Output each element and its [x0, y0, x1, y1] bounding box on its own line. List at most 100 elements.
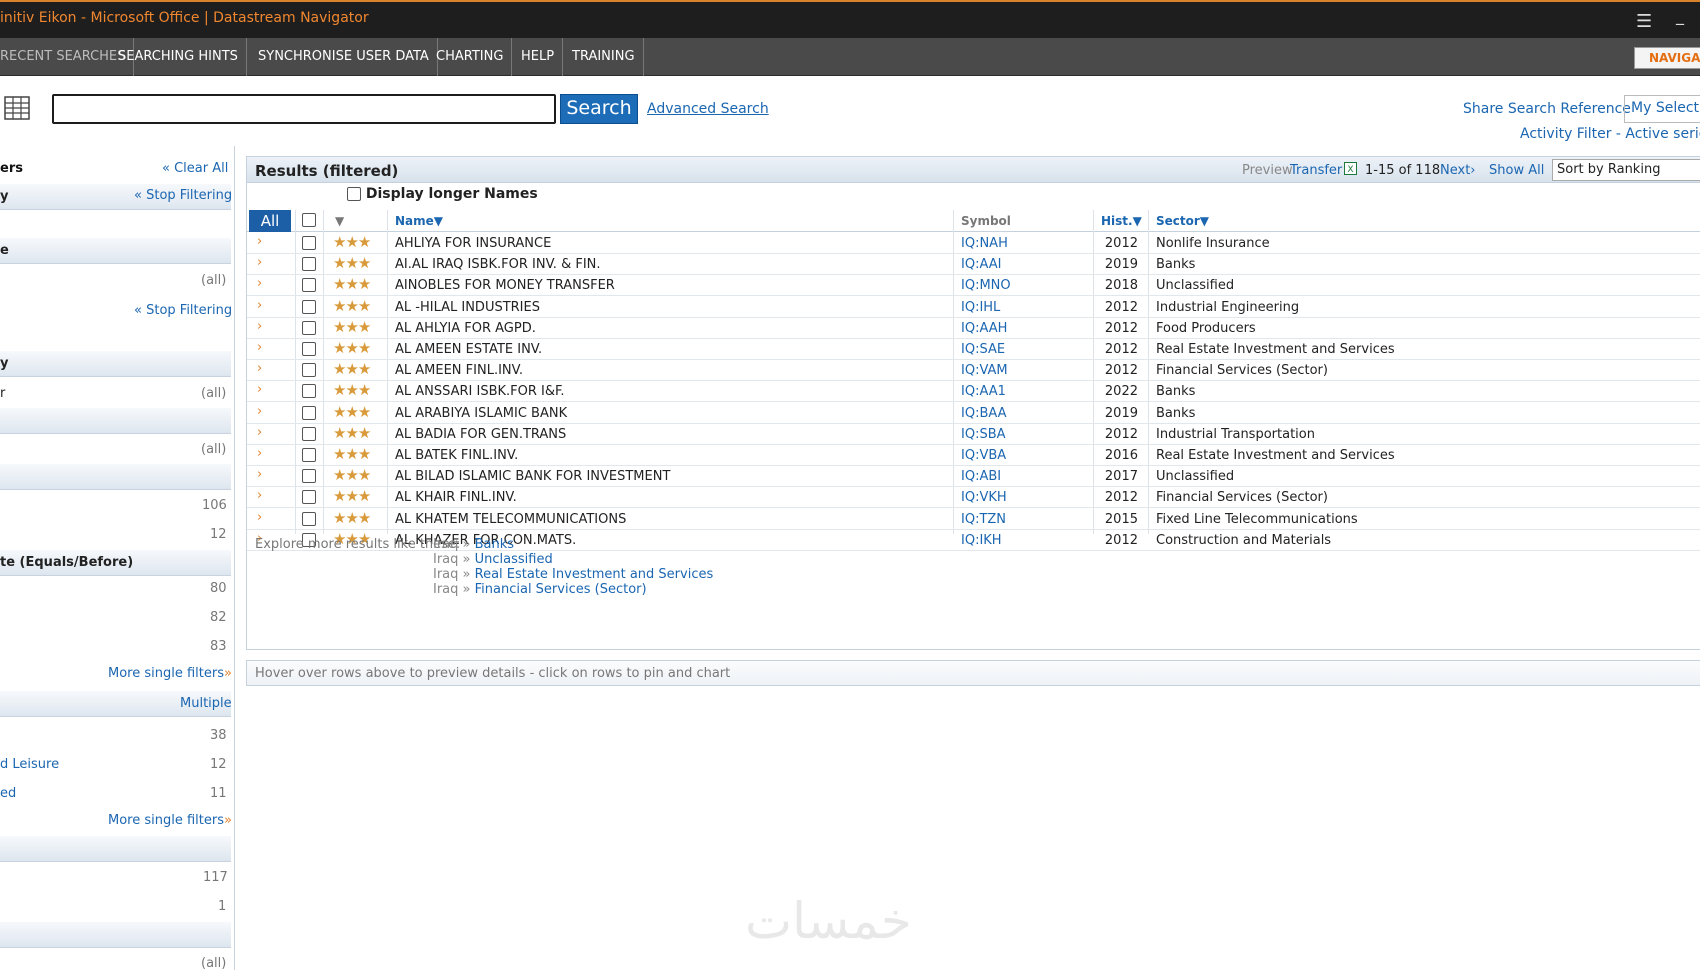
row-symbol[interactable]: IQ:AA1	[961, 384, 1006, 399]
display-longer-names[interactable]: Display longer Names	[347, 186, 538, 202]
search-input[interactable]	[52, 94, 556, 124]
column-name-header[interactable]: Name▼	[395, 214, 443, 228]
filter-count-83[interactable]: 83	[210, 639, 227, 654]
explore-link-real-estate[interactable]: Real Estate Investment and Services	[475, 567, 714, 582]
filter-count-106[interactable]: 106	[202, 498, 227, 513]
explore-link-financial-services[interactable]: Financial Services (Sector)	[475, 582, 647, 597]
longer-names-checkbox[interactable]	[347, 187, 361, 201]
search-button[interactable]: Search	[560, 94, 638, 124]
rank-sort-icon[interactable]: ▼	[335, 214, 344, 228]
column-sector-header[interactable]: Sector▼	[1156, 214, 1209, 228]
expand-row-icon[interactable]: ›	[257, 467, 262, 482]
share-search-reference-link[interactable]: Share Search Reference	[1463, 101, 1631, 117]
row-symbol[interactable]: IQ:MNO	[961, 278, 1011, 293]
filter-count-80[interactable]: 80	[210, 581, 227, 596]
row-checkbox[interactable]	[302, 469, 316, 484]
row-checkbox[interactable]	[302, 384, 316, 399]
table-row[interactable]: › ★★★ AL BATEK FINL.INV. IQ:VBA 2016 Real Est…	[247, 445, 1700, 466]
table-row[interactable]: › ★★★ AHLIYA FOR INSURANCE IQ:NAH 2012 Nonlif…	[247, 233, 1700, 254]
expand-row-icon[interactable]: ›	[257, 276, 262, 291]
next-link[interactable]: Next›	[1440, 163, 1476, 178]
activity-filter-link[interactable]: Activity Filter - Active series c	[1520, 126, 1700, 142]
row-symbol[interactable]: IQ:AAH	[961, 321, 1007, 336]
row-checkbox[interactable]	[302, 490, 316, 505]
expand-row-icon[interactable]: ›	[257, 319, 262, 334]
filter-r-label[interactable]: r	[0, 386, 5, 401]
show-all-link[interactable]: Show All	[1489, 163, 1544, 178]
table-row[interactable]: › ★★★ AL BILAD ISLAMIC BANK FOR INVESTMENT…	[247, 466, 1700, 488]
expand-row-icon[interactable]: ›	[257, 234, 262, 249]
row-symbol[interactable]: IQ:ABI	[961, 469, 1001, 484]
row-checkbox[interactable]	[302, 299, 316, 314]
row-checkbox[interactable]	[302, 405, 316, 420]
row-checkbox[interactable]	[302, 342, 316, 356]
expand-row-icon[interactable]: ›	[257, 255, 262, 270]
expand-row-icon[interactable]: ›	[257, 446, 262, 461]
row-checkbox[interactable]	[302, 257, 316, 272]
row-symbol[interactable]: IQ:SAE	[961, 342, 1005, 357]
filter-ed-link[interactable]: ed	[0, 786, 16, 801]
advanced-search-link[interactable]: Advanced Search	[647, 101, 769, 117]
expand-row-icon[interactable]: ›	[257, 425, 262, 440]
my-selection-button[interactable]: My Selectio	[1624, 95, 1700, 123]
menu-synchronise-user-data[interactable]: SYNCHRONISE USER DATA	[250, 38, 438, 76]
filter-all-count-4[interactable]: (all)	[201, 956, 226, 971]
row-symbol[interactable]: IQ:NAH	[961, 236, 1008, 251]
header-checkbox[interactable]	[302, 213, 316, 227]
row-symbol[interactable]: IQ:VAM	[961, 363, 1008, 378]
row-symbol[interactable]: IQ:BAA	[961, 406, 1007, 421]
expand-row-icon[interactable]: ›	[257, 404, 262, 419]
minimize-icon[interactable]: _	[1676, 6, 1684, 25]
table-row[interactable]: › ★★★ AL AMEEN ESTATE INV. IQ:SAE 2012 Real E…	[247, 339, 1700, 360]
expand-row-icon[interactable]: ›	[257, 510, 262, 525]
stop-filtering-link-2[interactable]: « Stop Filtering	[134, 303, 232, 318]
filter-count-12a[interactable]: 12	[210, 527, 227, 542]
table-row[interactable]: › ★★★ AL -HILAL INDUSTRIES IQ:IHL 2012 Indust…	[247, 297, 1700, 318]
clear-all-link[interactable]: « Clear All	[162, 161, 228, 176]
filter-count-1[interactable]: 1	[218, 899, 226, 914]
row-symbol[interactable]: IQ:VKH	[961, 490, 1007, 505]
row-checkbox[interactable]	[302, 511, 316, 526]
multiple-link[interactable]: Multiple	[180, 696, 232, 711]
expand-row-icon[interactable]: ›	[257, 298, 262, 313]
row-checkbox[interactable]	[302, 278, 316, 293]
explore-link-banks[interactable]: Banks	[475, 537, 514, 552]
excel-icon[interactable]: X	[1344, 162, 1357, 179]
row-symbol[interactable]: IQ:IKH	[961, 533, 1002, 548]
preview-label[interactable]: Preview	[1242, 163, 1293, 178]
row-symbol[interactable]: IQ:VBA	[961, 448, 1006, 463]
column-hist-header[interactable]: Hist.▼	[1101, 214, 1142, 228]
hamburger-menu-icon[interactable]: ☰	[1636, 11, 1652, 32]
table-row[interactable]: › ★★★ AL KHATEM TELECOMMUNICATIONS IQ:TZN 20…	[247, 509, 1700, 530]
filter-all-count-3[interactable]: (all)	[201, 442, 226, 457]
table-row[interactable]: › ★★★ AL AHLYIA FOR AGPD. IQ:AAH 2012 Food Pr…	[247, 318, 1700, 339]
expand-row-icon[interactable]: ›	[257, 488, 262, 503]
expand-row-icon[interactable]: ›	[257, 382, 262, 397]
grid-view-icon[interactable]	[4, 96, 30, 120]
table-row[interactable]: › ★★★ AL AMEEN FINL.INV. IQ:VAM 2012 Financia…	[247, 360, 1700, 382]
filter-count-117[interactable]: 117	[203, 870, 228, 885]
more-single-filters-link-2[interactable]: More single filters»	[108, 813, 232, 828]
row-checkbox[interactable]	[302, 363, 316, 378]
row-checkbox[interactable]	[302, 320, 316, 335]
filter-count-82[interactable]: 82	[210, 610, 227, 625]
filter-count-38[interactable]: 38	[210, 728, 227, 743]
more-single-filters-link-1[interactable]: More single filters»	[108, 666, 232, 681]
explore-link-unclassified[interactable]: Unclassified	[475, 552, 553, 567]
table-row[interactable]: › ★★★ AI.AL IRAQ ISBK.FOR INV. & FIN. IQ:AA…	[247, 254, 1700, 276]
filter-leisure-link[interactable]: d Leisure	[0, 757, 59, 772]
row-checkbox[interactable]	[302, 426, 316, 441]
row-checkbox[interactable]	[302, 236, 316, 250]
row-symbol[interactable]: IQ:TZN	[961, 512, 1006, 527]
select-all-button[interactable]: All	[249, 210, 291, 232]
table-row[interactable]: › ★★★ AL BADIA FOR GEN.TRANS IQ:SBA 2012 Indu…	[247, 424, 1700, 445]
menu-training[interactable]: TRAINING	[564, 38, 644, 76]
stop-filtering-link-1[interactable]: « Stop Filtering	[134, 188, 232, 203]
menu-charting[interactable]: CHARTING	[428, 38, 513, 76]
menu-searching-hints[interactable]: SEARCHING HINTS	[110, 38, 247, 76]
filter-all-count-1[interactable]: (all)	[201, 273, 226, 288]
menu-help[interactable]: HELP	[513, 38, 564, 76]
row-checkbox[interactable]	[302, 448, 316, 462]
filter-all-count-2[interactable]: (all)	[201, 386, 226, 401]
navigator-button[interactable]: NAVIGA	[1634, 47, 1700, 69]
